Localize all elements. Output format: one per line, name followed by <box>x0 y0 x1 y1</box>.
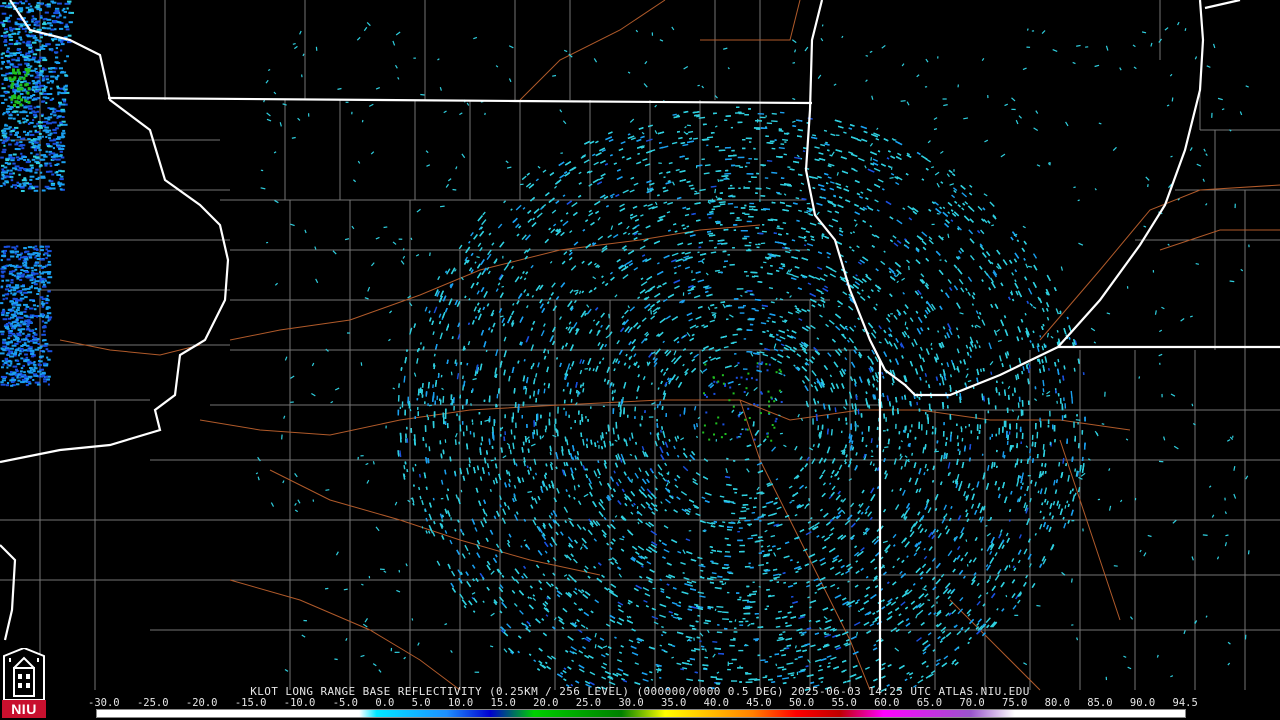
scale-label: 30.0 <box>618 697 644 709</box>
scale-label: 65.0 <box>916 697 943 709</box>
scale-label: 20.0 <box>533 697 559 709</box>
scale-label: 45.0 <box>746 697 772 709</box>
scale-label: -15.0 <box>234 697 267 709</box>
scale-label: 10.0 <box>447 697 474 709</box>
scale-label: 5.0 <box>411 697 431 709</box>
scale-label: 90.0 <box>1129 697 1156 709</box>
scale-label: 25.0 <box>575 697 602 709</box>
scale-label: 50.0 <box>788 697 815 709</box>
scale-label: 35.0 <box>661 697 687 709</box>
scale-label: 40.0 <box>703 697 729 709</box>
scale-label: 70.0 <box>959 697 985 709</box>
color-scale-labels: -30.0 -25.0 -20.0 -15.0 -10.0 -5.0 0.0 5.0 10.0 1… <box>88 697 1198 709</box>
scale-label: 80.0 <box>1044 697 1070 709</box>
scale-label: 15.0 <box>490 697 516 709</box>
niu-logo-text: NIU <box>2 700 46 718</box>
scale-label: 75.0 <box>1002 697 1028 709</box>
color-scale-bar <box>96 709 1186 718</box>
scale-label: -5.0 <box>332 697 358 709</box>
scale-label: 85.0 <box>1087 697 1113 709</box>
scale-label: -30.0 <box>88 697 120 709</box>
scale-label: 0.0 <box>375 697 395 709</box>
scale-label: 60.0 <box>874 697 900 709</box>
scale-label: -10.0 <box>283 697 316 709</box>
scale-label: 94.5 <box>1172 697 1198 709</box>
scale-label: 55.0 <box>831 697 857 709</box>
radar-map <box>0 0 1280 720</box>
scale-label: -25.0 <box>136 697 169 709</box>
scale-label: -20.0 <box>185 697 218 709</box>
map-background <box>0 0 1280 720</box>
